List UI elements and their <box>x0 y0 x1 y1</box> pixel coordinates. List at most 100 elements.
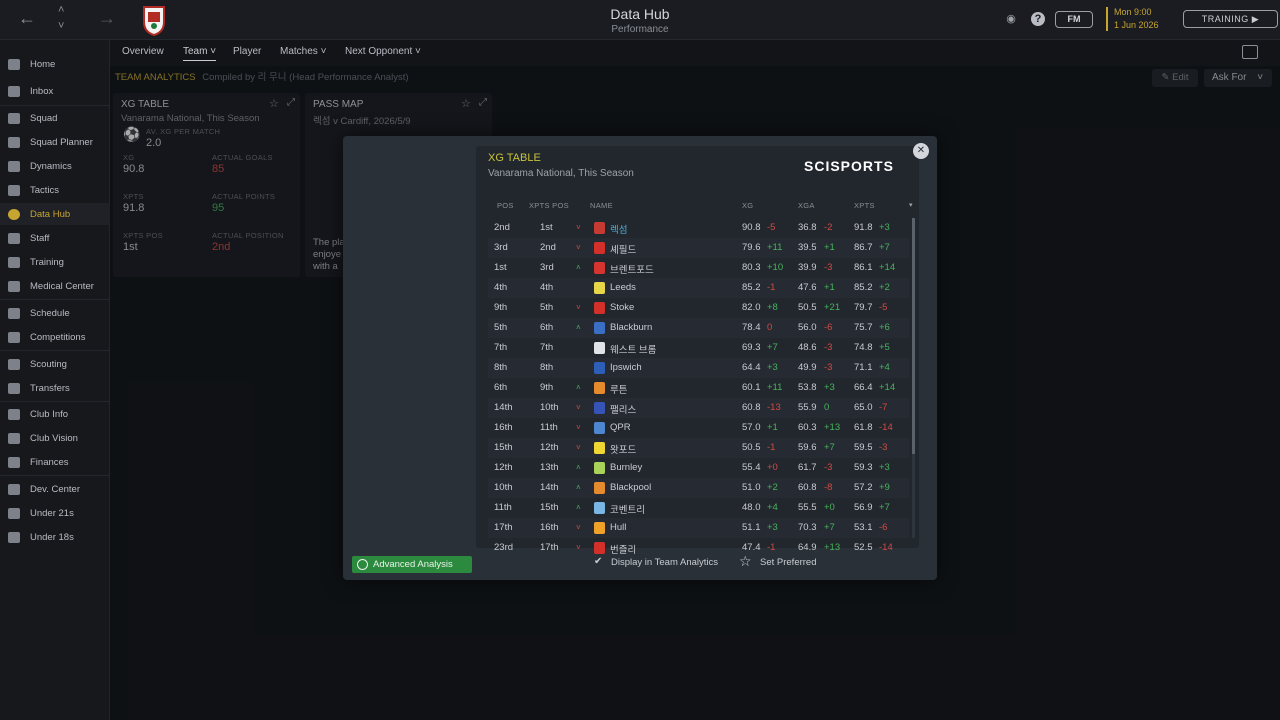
sidebar-item-medical-center[interactable]: Medical Center <box>0 275 110 297</box>
sidebar-item-home[interactable]: Home <box>0 53 110 75</box>
cell-team-name[interactable]: 번즐리 <box>610 542 636 556</box>
cell-pos: 8th <box>494 362 508 373</box>
sidebar-item-squad[interactable]: Squad <box>0 107 110 129</box>
table-row[interactable]: 1st 3rd 브렌트포드 80.3 +10 39.9 -3 86.1 +14 ˄ <box>488 258 909 278</box>
cell-xg: 64.4 <box>742 362 761 373</box>
cell-xpts: 59.3 <box>854 462 873 473</box>
cell-xg: 55.4 <box>742 462 761 473</box>
table-row[interactable]: 23rd 17th 번즐리 47.4 -1 64.9 +13 52.5 -14 ˅ <box>488 538 909 558</box>
sidebar-item-training[interactable]: Training <box>0 251 110 273</box>
table-row[interactable]: 16th 11th QPR 57.0 +1 60.3 +13 61.8 -14 ˅ <box>488 418 909 438</box>
header-xpts[interactable]: XPTS <box>854 201 875 210</box>
cell-xg-delta: +3 <box>767 522 778 533</box>
tab-team[interactable]: Team ˅ <box>183 46 217 61</box>
star-icon[interactable]: ☆ <box>739 553 752 570</box>
table-row[interactable]: 8th 8th Ipswich 64.4 +3 49.9 -3 71.1 +4 <box>488 358 909 378</box>
cell-team-name[interactable]: Hull <box>610 522 626 533</box>
layout-grid-icon[interactable] <box>1242 45 1258 59</box>
tab-overview[interactable]: Overview <box>122 46 164 57</box>
date-divider <box>1106 7 1108 31</box>
continue-training-button[interactable]: TRAINING ▶ <box>1183 10 1278 28</box>
under18-icon <box>8 531 20 543</box>
arrow-up-icon: ˄ <box>576 383 581 392</box>
club-badge-icon <box>594 302 605 314</box>
tab-next-opponent[interactable]: Next Opponent ˅ <box>345 46 421 57</box>
sidebar-item-scouting[interactable]: Scouting <box>0 353 110 375</box>
cell-xpts-delta: -7 <box>879 402 888 413</box>
sidebar-item-competitions[interactable]: Competitions <box>0 326 110 348</box>
fm-button[interactable]: FM <box>1055 11 1093 28</box>
table-row[interactable]: 14th 10th 팰리스 60.8 -13 55.9 0 65.0 -7 ˅ <box>488 398 909 418</box>
cell-xg: 48.0 <box>742 502 761 513</box>
sidebar-item-squad-planner[interactable]: Squad Planner <box>0 131 110 153</box>
cell-team-name[interactable]: 셰필드 <box>610 242 636 256</box>
header-xg[interactable]: XG <box>742 201 753 210</box>
club-badge-icon <box>594 482 605 494</box>
header-pos[interactable]: POS <box>497 201 514 210</box>
table-row[interactable]: 7th 7th 웨스트 브롬 69.3 +7 48.6 -3 74.8 +5 <box>488 338 909 358</box>
cell-team-name[interactable]: Blackpool <box>610 482 651 493</box>
cell-team-name[interactable]: 웨스트 브롬 <box>610 342 656 356</box>
table-row[interactable]: 4th 4th Leeds 85.2 -1 47.6 +1 85.2 +2 <box>488 278 909 298</box>
cell-team-name[interactable]: 팰리스 <box>610 402 636 416</box>
cell-team-name[interactable]: 브렌트포드 <box>610 262 654 276</box>
sidebar-item-schedule[interactable]: Schedule <box>0 302 110 324</box>
tab-matches[interactable]: Matches ˅ <box>280 46 326 57</box>
cell-xpts-delta: -14 <box>879 542 893 553</box>
sidebar-item-tactics[interactable]: Tactics <box>0 179 110 201</box>
cell-team-name[interactable]: 루튼 <box>610 382 627 396</box>
bell-icon[interactable]: ◉ <box>1004 12 1018 26</box>
table-row[interactable]: 3rd 2nd 셰필드 79.6 +11 39.5 +1 86.7 +7 ˅ <box>488 238 909 258</box>
table-row[interactable]: 10th 14th Blackpool 51.0 +2 60.8 -8 57.2 +9 ˄ <box>488 478 909 498</box>
display-checkbox[interactable]: ✔ <box>594 556 602 567</box>
advanced-analysis-button[interactable]: Advanced Analysis <box>352 556 472 573</box>
sidebar-item-dynamics[interactable]: Dynamics <box>0 155 110 177</box>
arrow-down-icon: ˅ <box>576 243 581 252</box>
cell-xga-delta: 0 <box>824 402 830 413</box>
sidebar-item-staff[interactable]: Staff <box>0 227 110 249</box>
cell-team-name[interactable]: Blackburn <box>610 322 652 333</box>
table-row[interactable]: 9th 5th Stoke 82.0 +8 50.5 +21 79.7 -5 ˅ <box>488 298 909 318</box>
sidebar-item-club-vision[interactable]: Club Vision <box>0 427 110 449</box>
sort-desc-icon[interactable]: ▾ <box>909 201 913 209</box>
close-icon[interactable]: ✕ <box>913 143 929 159</box>
cell-team-name[interactable]: Burnley <box>610 462 642 473</box>
scrollbar-thumb[interactable] <box>912 218 915 454</box>
cell-team-name[interactable]: 코벤트리 <box>610 502 645 516</box>
sidebar-item-dev-center[interactable]: Dev. Center <box>0 478 110 500</box>
table-row[interactable]: 17th 16th Hull 51.1 +3 70.3 +7 53.1 -6 ˅ <box>488 518 909 538</box>
cell-pos: 7th <box>494 342 508 353</box>
cell-team-name[interactable]: Ipswich <box>610 362 642 373</box>
sidebar-item-under-21s[interactable]: Under 21s <box>0 502 110 524</box>
tab-next-opponent-label: Next Opponent <box>345 46 413 57</box>
sidebar-item-inbox[interactable]: Inbox <box>0 80 110 102</box>
cell-xga: 55.5 <box>798 502 817 513</box>
header-xga[interactable]: XGA <box>798 201 815 210</box>
cell-pos: 17th <box>494 522 513 533</box>
cell-team-name[interactable]: Leeds <box>610 282 636 293</box>
set-preferred-label[interactable]: Set Preferred <box>760 557 817 568</box>
table-row[interactable]: 12th 13th Burnley 55.4 +0 61.7 -3 59.3 +3 ˄ <box>488 458 909 478</box>
cell-team-name[interactable]: 왓포드 <box>610 442 636 456</box>
sidebar-item-transfers[interactable]: Transfers <box>0 377 110 399</box>
table-row[interactable]: 11th 15th 코벤트리 48.0 +4 55.5 +0 56.9 +7 ˄ <box>488 498 909 518</box>
tab-player[interactable]: Player <box>233 46 261 57</box>
table-row[interactable]: 6th 9th 루튼 60.1 +11 53.8 +3 66.4 +14 ˄ <box>488 378 909 398</box>
sidebar-item-under-18s[interactable]: Under 18s <box>0 526 110 548</box>
cell-team-name[interactable]: Stoke <box>610 302 634 313</box>
cell-team-name[interactable]: 렉섬 <box>610 222 627 236</box>
table-row[interactable]: 15th 12th 왓포드 50.5 -1 59.6 +7 59.5 -3 ˅ <box>488 438 909 458</box>
sidebar-item-data-hub[interactable]: Data Hub <box>0 203 110 225</box>
help-icon[interactable]: ? <box>1031 12 1045 26</box>
cell-team-name[interactable]: QPR <box>610 422 631 433</box>
cell-xga: 36.8 <box>798 222 817 233</box>
data-hub-icon <box>8 208 20 220</box>
sidebar-item-finances[interactable]: Finances <box>0 451 110 473</box>
sidebar-item-club-info[interactable]: Club Info <box>0 403 110 425</box>
cell-xpts-delta: +7 <box>879 242 890 253</box>
header-name[interactable]: NAME <box>590 201 613 210</box>
table-row[interactable]: 2nd 1st 렉섬 90.8 -5 36.8 -2 91.8 +3 ˅ <box>488 218 909 238</box>
header-xpts-pos[interactable]: XPTS POS <box>529 201 569 210</box>
sidebar-item-label: Finances <box>30 456 69 468</box>
table-row[interactable]: 5th 6th Blackburn 78.4 0 56.0 -6 75.7 +6 ˄ <box>488 318 909 338</box>
